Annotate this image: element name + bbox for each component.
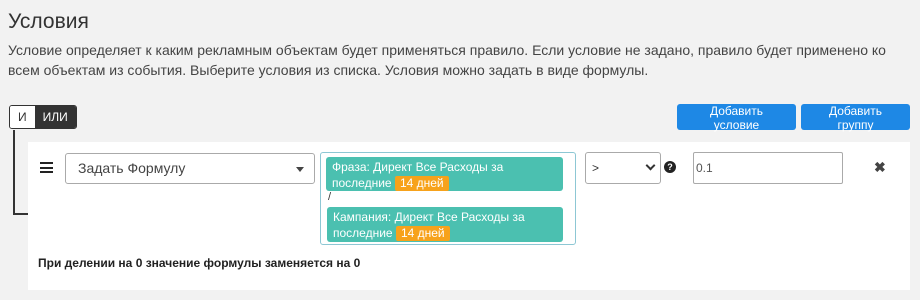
logic-or-button[interactable]: ИЛИ <box>34 106 76 128</box>
condition-type-select[interactable]: Задать Формулу <box>65 153 315 184</box>
close-icon[interactable]: ✖ <box>874 159 886 176</box>
formula-metric-chip[interactable]: Фраза: Директ Все Расходы за последние 1… <box>326 157 563 191</box>
formula-operator: / <box>328 191 332 203</box>
add-group-button[interactable]: Добавить группу <box>801 104 910 132</box>
group-tree-connector <box>13 130 28 215</box>
page-title: Условия <box>8 10 89 33</box>
comparison-operator-value: > <box>592 161 600 175</box>
caret-down-icon <box>296 167 304 172</box>
drag-handle-icon[interactable] <box>40 162 53 173</box>
logic-and-button[interactable]: И <box>10 106 35 128</box>
page-description: Условие определяет к каким рекламным объ… <box>8 42 886 78</box>
division-note: При делении на 0 значение формулы заменя… <box>38 256 361 270</box>
period-badge[interactable]: 14 дней <box>394 176 449 191</box>
threshold-value-input[interactable] <box>693 152 843 184</box>
help-icon[interactable]: ? <box>664 161 676 173</box>
chevron-down-icon <box>645 160 656 171</box>
period-badge[interactable]: 14 дней <box>395 226 450 241</box>
add-condition-button[interactable]: Добавить условие <box>677 104 796 132</box>
logic-toggle: И ИЛИ <box>9 105 77 129</box>
comparison-operator-select[interactable]: > <box>585 152 661 184</box>
formula-editor[interactable]: Фраза: Директ Все Расходы за последние 1… <box>320 152 576 245</box>
condition-type-value: Задать Формулу <box>78 160 186 176</box>
formula-metric-chip[interactable]: Кампания: Директ Все Расходы за последни… <box>327 207 563 242</box>
